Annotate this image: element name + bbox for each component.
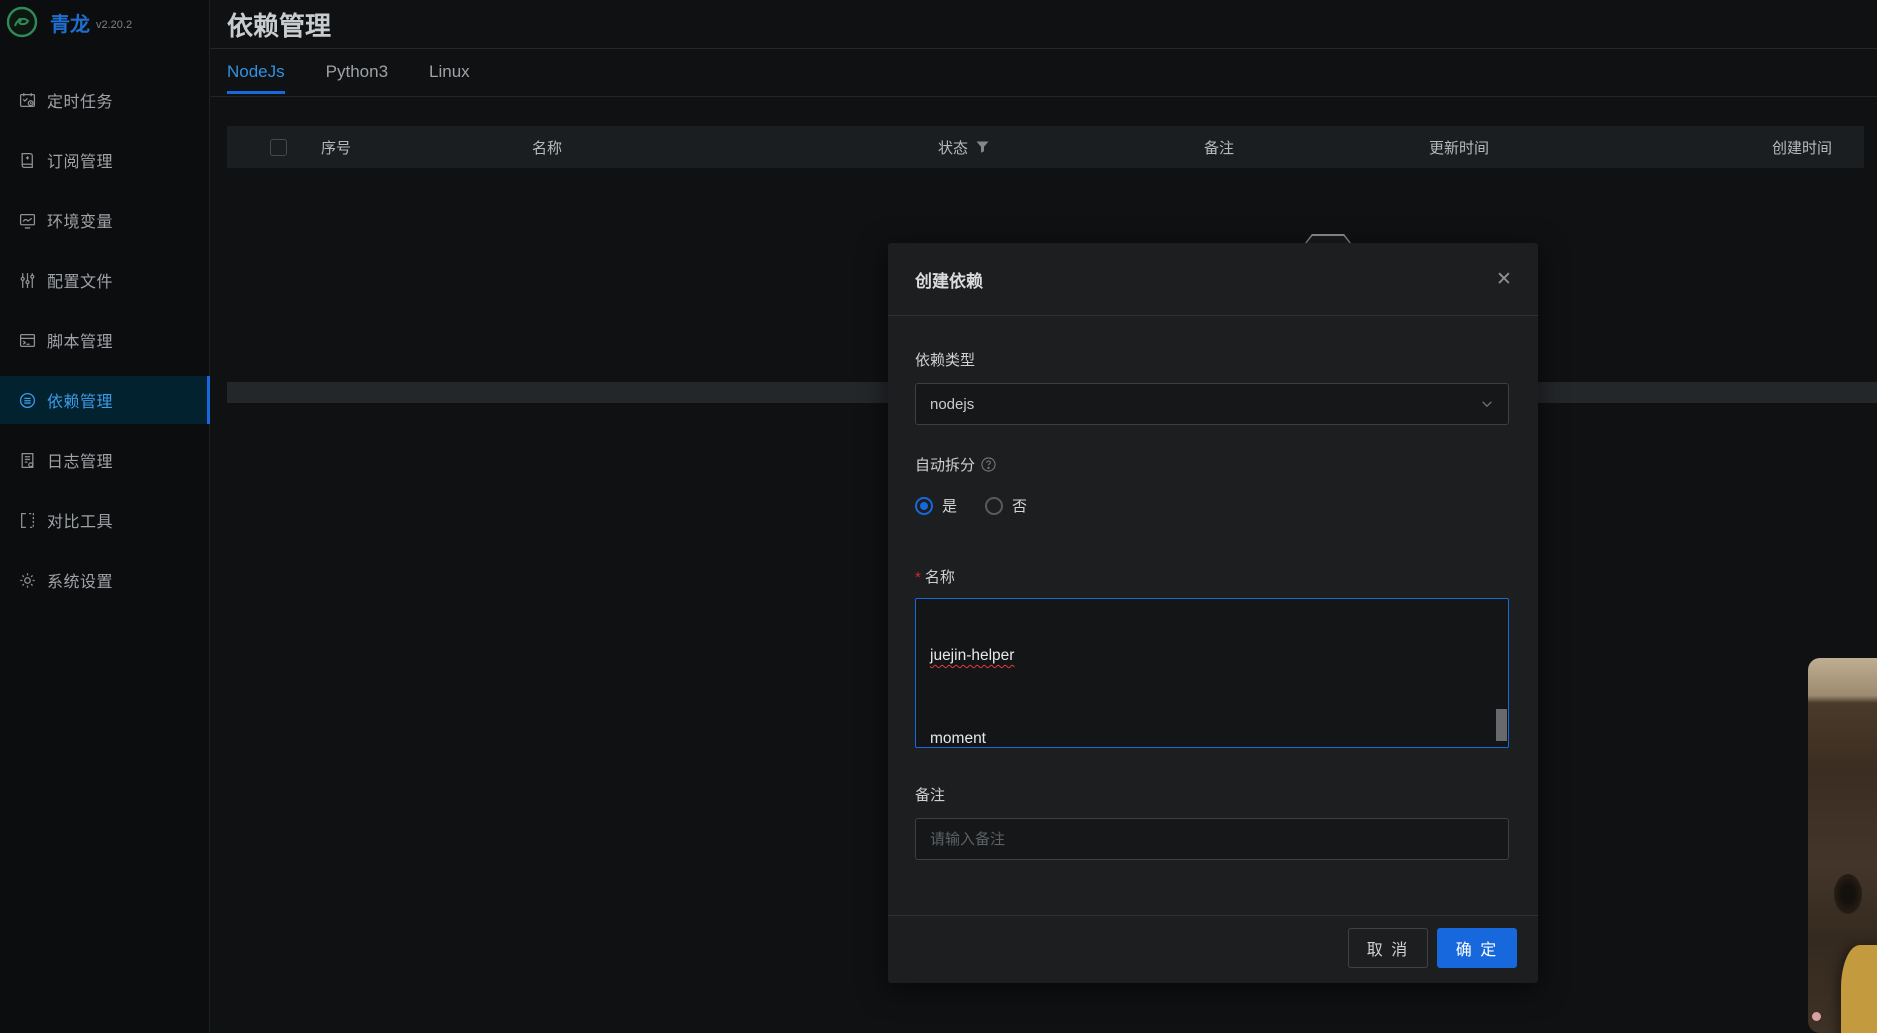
settings-icon <box>19 572 36 589</box>
question-circle-icon[interactable] <box>981 457 996 472</box>
radio-dot <box>985 497 1003 515</box>
auto-split-radio-group: 是 否 <box>915 495 1055 516</box>
sidebar-item-label: 对比工具 <box>47 508 113 532</box>
column-header-remark: 备注 <box>1204 126 1234 168</box>
sidebar-item-settings[interactable]: 系统设置 <box>0 556 210 604</box>
sidebar-item-label: 定时任务 <box>47 88 113 112</box>
sidebar-item-dependencies[interactable]: 依赖管理 <box>0 376 210 424</box>
script-icon <box>19 332 36 349</box>
cancel-button[interactable]: 取 消 <box>1348 928 1428 968</box>
name-textarea[interactable]: juejin-helper moment global-agent cheeri… <box>915 598 1509 748</box>
filter-icon[interactable] <box>976 141 989 154</box>
textarea-scrollbar-thumb[interactable] <box>1496 709 1507 741</box>
tab-linux[interactable]: Linux <box>429 48 470 96</box>
sidebar-item-logs[interactable]: 日志管理 <box>0 436 210 484</box>
modal-footer: 取 消 确 定 <box>888 915 1538 983</box>
radio-dot <box>915 497 933 515</box>
dependency-type-label: 依赖类型 <box>915 349 975 370</box>
column-header-status: 状态 <box>938 126 989 168</box>
app-logo[interactable]: 青龙 v2.20.2 <box>6 6 132 38</box>
remark-label: 备注 <box>915 784 945 805</box>
page-title: 依赖管理 <box>227 6 331 43</box>
dependency-type-select[interactable]: nodejs <box>915 383 1509 425</box>
sidebar-item-diff-tool[interactable]: 对比工具 <box>0 496 210 544</box>
modal-title: 创建依赖 <box>915 267 983 292</box>
sidebar-menu: 定时任务 订阅管理 环境变量 配置文件 <box>0 76 210 616</box>
schedule-icon <box>19 92 36 109</box>
ok-button[interactable]: 确 定 <box>1437 928 1517 968</box>
sidebar-item-env-vars[interactable]: 环境变量 <box>0 196 210 244</box>
qinglong-app-window: 青龙 v2.20.2 定时任务 订阅管理 环境变量 <box>0 0 1877 1033</box>
app-name: 青龙 <box>50 8 90 37</box>
tabbar: NodeJs Python3 Linux <box>227 48 511 96</box>
pip-video-content <box>1834 874 1862 914</box>
tab-label: Python3 <box>326 62 388 82</box>
sidebar-item-label: 系统设置 <box>47 568 113 592</box>
radio-yes[interactable]: 是 <box>915 495 957 516</box>
close-icon[interactable]: ✕ <box>1490 265 1518 293</box>
env-icon <box>19 212 36 229</box>
sidebar: 青龙 v2.20.2 定时任务 订阅管理 环境变量 <box>0 0 210 1033</box>
config-icon <box>19 272 36 289</box>
radio-no[interactable]: 否 <box>985 495 1027 516</box>
dragon-logo-icon <box>6 6 38 38</box>
tab-python3[interactable]: Python3 <box>326 48 388 96</box>
sidebar-item-label: 订阅管理 <box>47 148 113 172</box>
modal-header: 创建依赖 <box>888 243 1538 316</box>
column-header-index: 序号 <box>321 126 351 168</box>
create-dependency-modal: 创建依赖 ✕ 依赖类型 nodejs 自动拆分 是 否 <box>888 243 1538 983</box>
name-label: *名称 <box>915 566 955 587</box>
tabbar-divider <box>211 96 1877 97</box>
required-mark: * <box>915 569 921 586</box>
column-header-created: 创建时间 <box>1772 126 1832 168</box>
pip-video-overlay[interactable] <box>1808 658 1877 1033</box>
sidebar-item-scheduled-tasks[interactable]: 定时任务 <box>0 76 210 124</box>
sidebar-item-config-files[interactable]: 配置文件 <box>0 256 210 304</box>
sidebar-item-label: 脚本管理 <box>47 328 113 352</box>
sidebar-item-label: 环境变量 <box>47 208 113 232</box>
name-textarea-content: juejin-helper moment global-agent cheeri… <box>930 598 1490 748</box>
log-icon <box>19 452 36 469</box>
sidebar-item-label: 日志管理 <box>47 448 113 472</box>
sidebar-item-label: 配置文件 <box>47 268 113 292</box>
tab-label: Linux <box>429 62 470 82</box>
remark-input[interactable] <box>915 818 1509 860</box>
tab-label: NodeJs <box>227 62 285 82</box>
column-header-name: 名称 <box>532 126 562 168</box>
column-header-updated: 更新时间 <box>1429 126 1489 168</box>
diff-icon <box>19 512 36 529</box>
auto-split-label: 自动拆分 <box>915 454 996 475</box>
app-version: v2.20.2 <box>96 19 132 31</box>
subscription-icon <box>19 152 36 169</box>
dependency-icon <box>19 392 36 409</box>
chevron-down-icon <box>1480 397 1494 411</box>
sidebar-item-label: 依赖管理 <box>47 388 113 412</box>
table-header: 序号 名称 状态 备注 更新时间 创建时间 <box>227 126 1864 168</box>
sidebar-item-scripts[interactable]: 脚本管理 <box>0 316 210 364</box>
select-all-checkbox[interactable] <box>270 139 287 156</box>
tab-nodejs[interactable]: NodeJs <box>227 48 285 96</box>
sidebar-item-subscriptions[interactable]: 订阅管理 <box>0 136 210 184</box>
dependency-type-value: nodejs <box>930 396 974 413</box>
